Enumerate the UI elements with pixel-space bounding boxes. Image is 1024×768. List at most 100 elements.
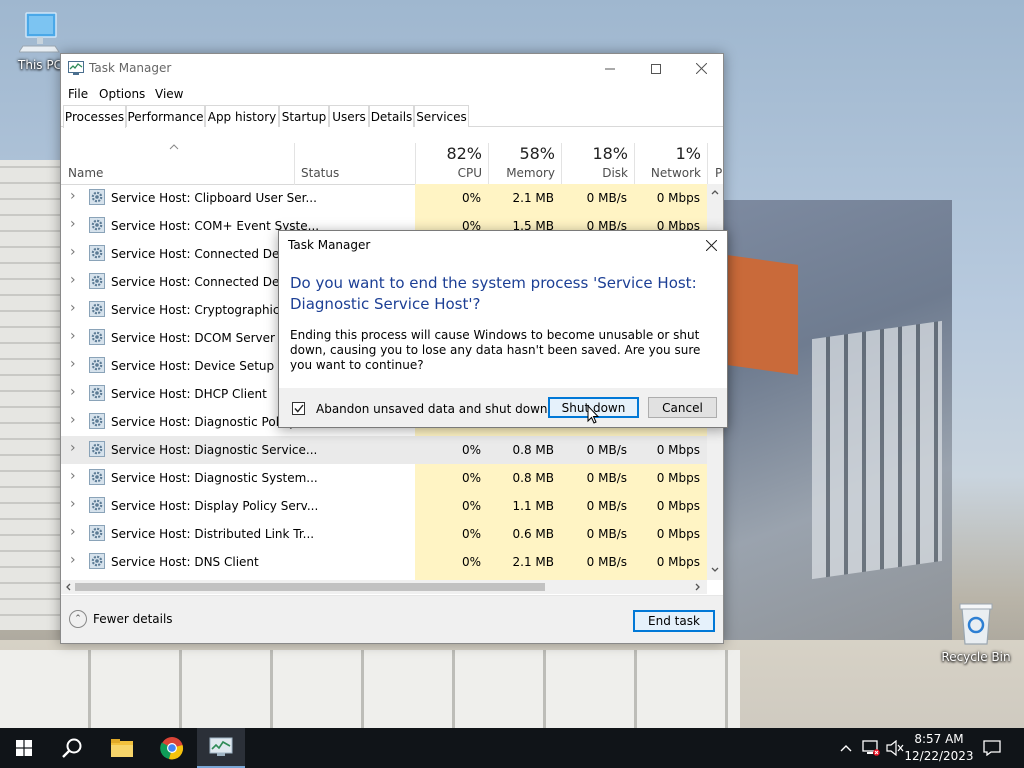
service-gear-icon <box>89 273 105 289</box>
col-disk-percent[interactable]: 18% <box>562 144 628 163</box>
scroll-up-icon[interactable] <box>711 189 719 195</box>
expand-chevron-icon[interactable]: › <box>70 552 76 568</box>
expand-chevron-icon[interactable]: › <box>70 244 76 260</box>
menu-options[interactable]: Options <box>99 87 145 101</box>
title-bar[interactable]: Task Manager <box>61 54 723 83</box>
process-row[interactable]: › Service Host: Diagnostic Service... 0% 0.… <box>61 436 707 464</box>
expand-chevron-icon[interactable]: › <box>70 328 76 344</box>
minimize-icon <box>605 68 615 69</box>
expand-chevron-icon[interactable]: › <box>70 300 76 316</box>
fewer-details-toggle[interactable]: ⌃ Fewer details <box>69 610 173 628</box>
process-name: Service Host: DNS Client <box>111 555 259 569</box>
process-cpu-value: 0% <box>461 191 481 205</box>
tab-users[interactable]: Users <box>329 105 369 127</box>
taskbar: 8:57 AM 12/22/2023 <box>0 728 1024 768</box>
abandon-data-checkbox[interactable] <box>292 402 305 415</box>
expand-chevron-icon[interactable]: › <box>70 468 76 484</box>
col-network-percent[interactable]: 1% <box>635 144 701 163</box>
search-button[interactable] <box>48 728 96 768</box>
scroll-down-icon[interactable] <box>711 567 719 573</box>
process-name: Service Host: DHCP Client <box>111 387 267 401</box>
process-disk-value: 0 MB/s <box>586 443 627 457</box>
process-row[interactable]: › Service Host: DNS Client 0% 2.1 MB 0 MB/s 0… <box>61 548 707 576</box>
volume-status[interactable] <box>884 728 906 768</box>
process-disk-value: 0 MB/s <box>586 471 627 485</box>
dialog-footer: Abandon unsaved data and shut down. Shut… <box>279 388 727 427</box>
recycle-bin-icon <box>959 603 993 645</box>
process-row[interactable]: › Service Host: Distributed Link Tr... 0% 0… <box>61 520 707 548</box>
desktop-icon-label: This PC <box>18 58 62 72</box>
scroll-right-icon[interactable] <box>695 583 701 591</box>
task-manager-icon <box>68 61 84 75</box>
col-status[interactable]: Status <box>301 166 339 180</box>
col-memory[interactable]: Memory <box>489 166 555 180</box>
process-row[interactable]: › Service Host: Display Policy Serv... 0% 1… <box>61 492 707 520</box>
tab-services[interactable]: Services <box>414 105 469 127</box>
action-center-button[interactable] <box>978 728 1006 768</box>
process-name: Service Host: Display Policy Serv... <box>111 499 319 513</box>
col-name[interactable]: Name <box>68 166 103 180</box>
process-cpu-value: 0% <box>461 555 481 569</box>
fewer-details-label: Fewer details <box>93 612 173 626</box>
menu-file[interactable]: File <box>68 87 88 101</box>
dialog-close-button[interactable] <box>695 231 727 259</box>
abandon-data-label[interactable]: Abandon unsaved data and shut down. <box>316 402 551 416</box>
process-network-value: 0 Mbps <box>656 527 700 541</box>
service-gear-icon <box>89 469 105 485</box>
minimize-button[interactable] <box>587 54 633 83</box>
network-status[interactable] <box>860 728 882 768</box>
expand-chevron-icon[interactable]: › <box>70 384 76 400</box>
expand-chevron-icon[interactable]: › <box>70 412 76 428</box>
col-cpu-percent[interactable]: 82% <box>416 144 482 163</box>
col-memory-percent[interactable]: 58% <box>489 144 555 163</box>
service-gear-icon <box>89 189 105 205</box>
tab-performance[interactable]: Performance <box>126 105 205 127</box>
column-divider <box>294 143 295 185</box>
expand-chevron-icon[interactable]: › <box>70 356 76 372</box>
checkmark-icon <box>293 404 304 413</box>
col-power[interactable]: P <box>715 166 722 180</box>
close-button[interactable] <box>678 54 724 83</box>
show-hidden-icons-button[interactable] <box>836 728 856 768</box>
tab-details[interactable]: Details <box>369 105 414 127</box>
expand-chevron-icon[interactable]: › <box>70 272 76 288</box>
volume-muted-icon <box>886 740 904 756</box>
col-cpu[interactable]: CPU <box>416 166 482 180</box>
taskbar-task-manager[interactable] <box>197 728 245 768</box>
column-headers: Name Status 82% CPU 58% Memory 18% Disk … <box>61 143 723 185</box>
file-explorer-icon <box>111 739 133 757</box>
expand-chevron-icon[interactable]: › <box>70 216 76 232</box>
process-row[interactable]: › Service Host: Clipboard User Ser... 0% 2.… <box>61 184 707 212</box>
end-task-button[interactable]: End task <box>633 610 715 632</box>
sort-arrow-icon <box>169 144 179 150</box>
col-disk[interactable]: Disk <box>562 166 628 180</box>
desktop-icon-recycle-bin[interactable]: Recycle Bin <box>938 600 1014 664</box>
dialog-heading: Do you want to end the system process 'S… <box>290 274 697 313</box>
menu-view[interactable]: View <box>155 87 183 101</box>
tab-app-history[interactable]: App history <box>205 105 279 127</box>
cancel-button[interactable]: Cancel <box>648 397 717 418</box>
scroll-left-icon[interactable] <box>65 583 71 591</box>
start-button[interactable] <box>0 728 48 768</box>
expand-chevron-icon[interactable]: › <box>70 524 76 540</box>
taskbar-file-explorer[interactable] <box>98 728 146 768</box>
network-icon <box>862 740 880 756</box>
process-memory-value: 1.1 MB <box>512 499 554 513</box>
tab-processes[interactable]: Processes <box>63 105 126 128</box>
service-gear-icon <box>89 497 105 513</box>
expand-chevron-icon[interactable]: › <box>70 496 76 512</box>
taskbar-chrome[interactable] <box>148 728 196 768</box>
expand-chevron-icon[interactable]: › <box>70 188 76 204</box>
process-memory-value: 0.8 MB <box>512 443 554 457</box>
process-memory-value: 2.1 MB <box>512 191 554 205</box>
maximize-button[interactable] <box>633 54 679 83</box>
system-clock[interactable]: 8:57 AM 12/22/2023 <box>904 731 974 765</box>
process-row[interactable]: › Service Host: Diagnostic System... 0% 0.8… <box>61 464 707 492</box>
wallpaper-wall <box>0 650 740 728</box>
horizontal-scrollbar[interactable] <box>61 580 707 594</box>
horizontal-scroll-thumb[interactable] <box>75 583 545 591</box>
expand-chevron-icon[interactable]: › <box>70 440 76 456</box>
col-network[interactable]: Network <box>635 166 701 180</box>
process-memory-value: 2.1 MB <box>512 555 554 569</box>
tab-startup[interactable]: Startup <box>279 105 329 127</box>
